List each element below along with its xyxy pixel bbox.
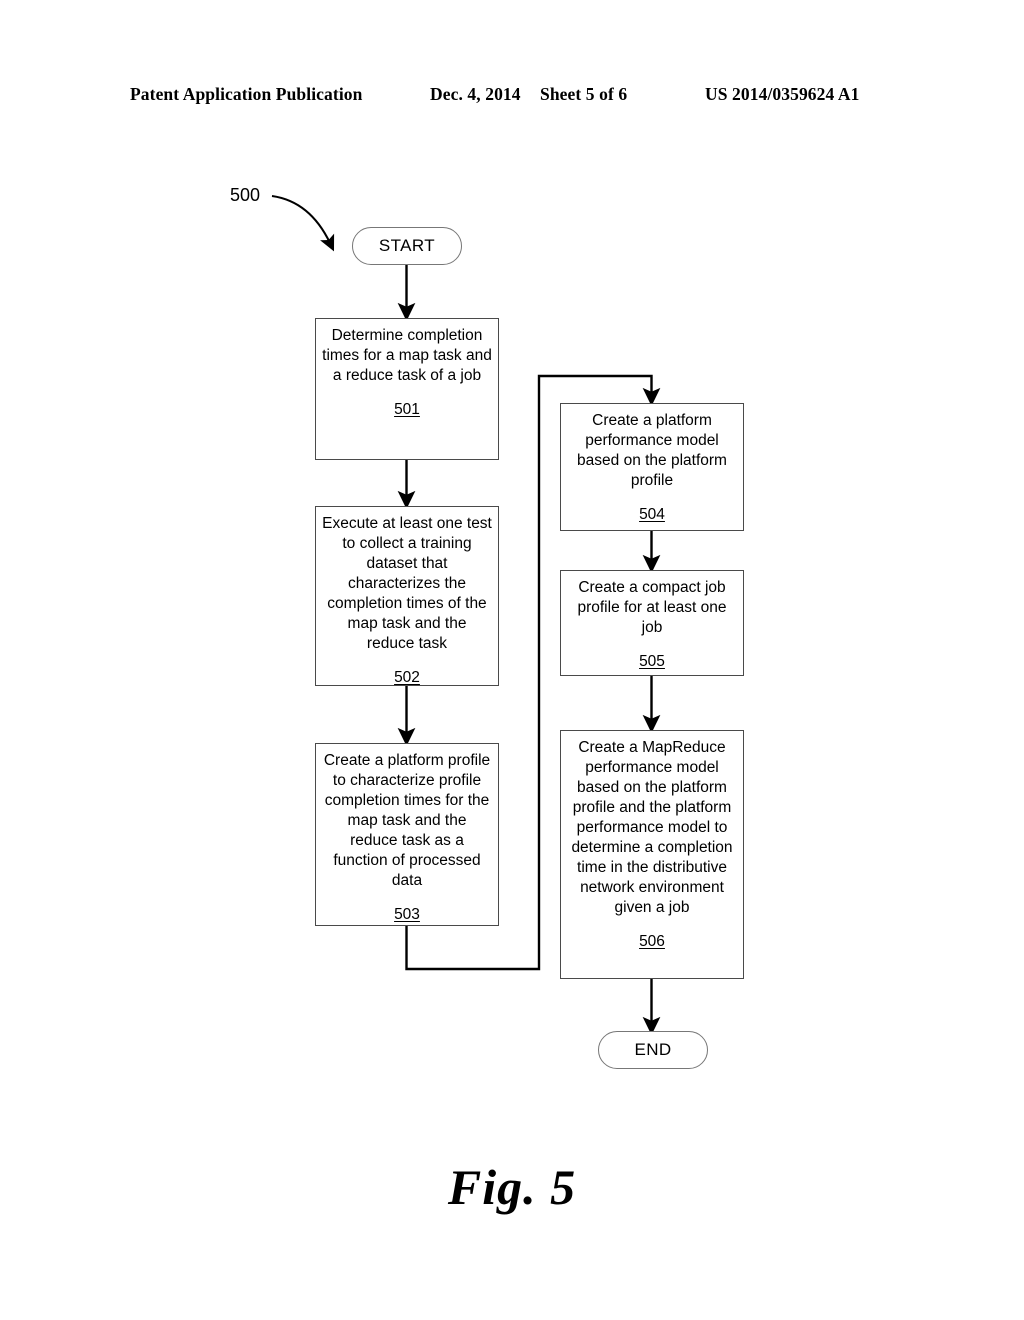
flow-node-503-text: Create a platform profile to characteriz… (323, 752, 491, 889)
reference-numeral-500: 500 (230, 185, 261, 205)
flow-node-end: END (598, 1031, 708, 1069)
flow-node-502-text: Execute at least one test to collect a t… (322, 515, 492, 652)
flow-node-505-number: 505 (639, 653, 665, 670)
flow-node-505-text: Create a compact job profile for at leas… (577, 579, 727, 636)
flow-node-506: Create a MapReduce performance model bas… (560, 730, 744, 979)
flow-node-506-number: 506 (639, 933, 665, 950)
flow-node-502: Execute at least one test to collect a t… (315, 506, 499, 686)
flow-node-start: START (352, 227, 462, 265)
flow-node-504: Create a platform performance model base… (560, 403, 744, 531)
flow-node-502-number: 502 (394, 669, 420, 686)
flow-node-start-label: START (378, 236, 436, 255)
flowchart-connectors (271, 194, 661, 1036)
flow-node-501-number: 501 (394, 401, 420, 418)
figure-500-canvas: 500 START Determine completion times for… (0, 0, 1024, 1320)
flow-node-501: Determine completion times for a map tas… (315, 318, 499, 460)
flow-node-504-text: Create a platform performance model base… (577, 412, 727, 489)
flow-node-503: Create a platform profile to characteriz… (315, 743, 499, 926)
flow-node-505: Create a compact job profile for at leas… (560, 570, 744, 676)
flow-node-503-number: 503 (394, 906, 420, 923)
flow-node-504-number: 504 (639, 506, 665, 523)
flow-node-501-text: Determine completion times for a map tas… (322, 327, 492, 384)
flow-node-end-label: END (634, 1040, 672, 1059)
flow-node-506-text: Create a MapReduce performance model bas… (571, 739, 733, 916)
figure-caption: Fig. 5 (447, 1159, 577, 1215)
